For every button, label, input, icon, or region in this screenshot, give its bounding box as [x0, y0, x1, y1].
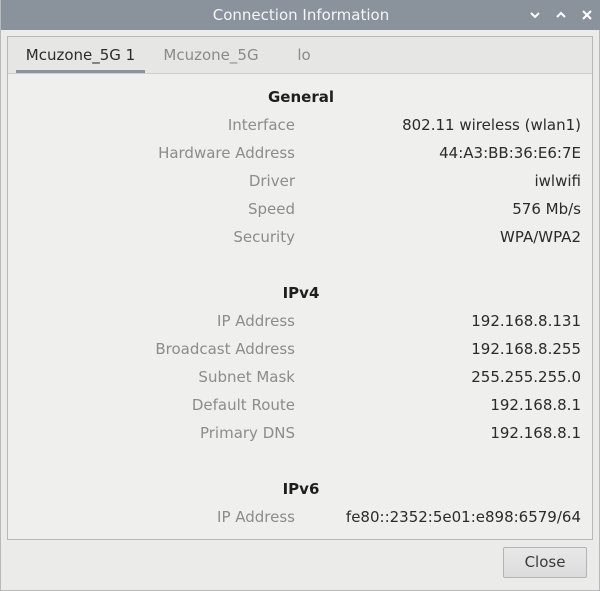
- ipv6-section-title: IPv6: [282, 480, 320, 498]
- tab-content: General Interface 802.11 wireless (wlan1…: [8, 74, 592, 539]
- primary-dns-label: Primary DNS: [199, 424, 295, 442]
- connection-notebook: Mcuzone_5G 1 Mcuzone_5G lo General Inter…: [7, 36, 593, 540]
- security-value: WPA/WPA2: [500, 228, 581, 246]
- broadcast-address-label: Broadcast Address: [155, 340, 295, 358]
- close-button[interactable]: Close: [503, 547, 587, 578]
- hardware-address-label: Hardware Address: [158, 144, 295, 162]
- ipv4-section-title: IPv4: [282, 284, 320, 302]
- speed-value: 576 Mb/s: [512, 200, 581, 218]
- driver-value: iwlwifi: [534, 172, 582, 190]
- security-label: Security: [233, 228, 295, 246]
- broadcast-address-value: 192.168.8.255: [471, 340, 581, 358]
- tab-mcuzone-5g-1[interactable]: Mcuzone_5G 1: [16, 37, 145, 73]
- title-bar[interactable]: Connection Information: [1, 0, 600, 30]
- chevron-down-icon: [530, 12, 540, 19]
- hardware-address-value: 44:A3:BB:36:E6:7E: [439, 144, 581, 162]
- subnet-mask-label: Subnet Mask: [198, 368, 295, 386]
- driver-label: Driver: [248, 172, 295, 190]
- ipv6-ip-address-value: fe80::2352:5e01:e898:6579/64: [345, 508, 581, 526]
- minimize-button[interactable]: [524, 4, 546, 26]
- ipv4-ip-address-value: 192.168.8.131: [471, 312, 581, 330]
- close-icon: [582, 10, 592, 20]
- interface-label: Interface: [227, 116, 295, 134]
- general-section-title: General: [268, 88, 334, 106]
- subnet-mask-value: 255.255.255.0: [471, 368, 581, 386]
- tab-mcuzone-5g[interactable]: Mcuzone_5G: [151, 37, 271, 73]
- tab-strip: Mcuzone_5G 1 Mcuzone_5G lo: [8, 37, 592, 74]
- window-title: Connection Information: [212, 6, 390, 24]
- primary-dns-value: 192.168.8.1: [490, 424, 581, 442]
- default-route-value: 192.168.8.1: [490, 396, 581, 414]
- close-window-button[interactable]: [576, 4, 598, 26]
- ipv4-ip-address-label: IP Address: [217, 312, 295, 330]
- ipv6-ip-address-label: IP Address: [217, 508, 295, 526]
- default-route-label: Default Route: [191, 396, 295, 414]
- speed-label: Speed: [247, 200, 295, 218]
- tab-lo[interactable]: lo: [284, 37, 324, 73]
- chevron-up-icon: [556, 11, 566, 18]
- interface-value: 802.11 wireless (wlan1): [402, 116, 581, 134]
- maximize-button[interactable]: [550, 4, 572, 26]
- connection-info-dialog: Connection Information Mcuzone_5G 1 Mcuz…: [0, 0, 600, 591]
